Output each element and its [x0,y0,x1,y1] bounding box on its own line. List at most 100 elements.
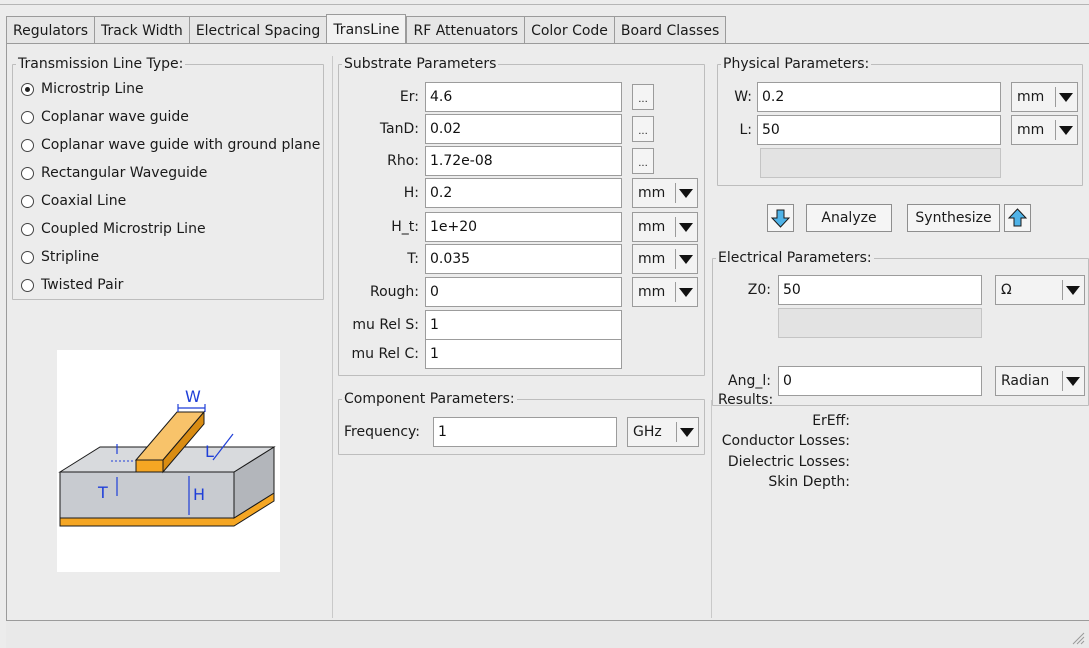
mu-rel-c-field[interactable]: 1 [425,339,622,369]
rough-label: Rough: [369,284,419,300]
er-label: Er: [399,89,419,105]
radio-coaxial-line[interactable]: Coaxial Line [21,191,126,211]
z0-field[interactable]: 50 [778,275,982,305]
frequency-label: Frequency: [344,424,421,440]
t-unit-select[interactable]: mm [632,244,698,274]
dropdown-arrow-icon [679,222,693,232]
tab-regulators[interactable]: Regulators [6,16,95,44]
dropdown-arrow-icon [679,188,693,198]
radio-icon[interactable] [21,222,34,236]
results-list: ErEff: Conductor Losses: Dielectric Loss… [712,412,850,492]
h-t-label: H_t: [391,219,419,235]
radio-coplanar-wave-guide[interactable]: Coplanar wave guide [21,107,189,127]
h-unit-select[interactable]: mm [632,178,698,208]
arrow-down-icon [770,209,791,228]
radio-icon[interactable] [21,278,34,292]
radio-microstrip-line[interactable]: Microstrip Line [21,79,144,99]
tab-track-width[interactable]: Track Width [94,16,189,44]
radio-coplanar-wave-guide-ground[interactable]: Coplanar wave guide with ground plane [21,135,320,155]
rough-field[interactable]: 0 [425,277,622,307]
dropdown-arrow-icon [679,287,693,297]
frequency-field[interactable]: 1 [433,417,617,447]
result-dielectric-losses-label: Dielectric Losses: [727,454,850,470]
er-browse-button[interactable]: ... [632,84,654,110]
radio-icon[interactable] [21,250,34,264]
rho-label: Rho: [387,153,419,169]
physical-parameters-title: Physical Parameters: [721,55,872,73]
w-param-field[interactable]: 0.2 [757,82,1001,112]
microstrip-diagram: W L T H [57,350,280,572]
results-title: Results: [718,392,774,408]
result-skin-depth-label: Skin Depth: [768,474,850,490]
electrical-extra-field [778,308,982,338]
w-unit-select[interactable]: mm [1011,82,1078,112]
tand-label: TanD: [379,121,419,137]
dropdown-arrow-icon [1066,285,1080,295]
radio-icon[interactable] [21,138,34,152]
radio-icon[interactable] [21,194,34,208]
radio-stripline[interactable]: Stripline [21,247,99,267]
tand-browse-button[interactable]: ... [632,116,654,142]
ang-l-unit-select[interactable]: Radian [995,366,1085,396]
microstrip-illustration: W L T H [58,387,276,527]
frequency-unit-select[interactable]: GHz [627,417,699,447]
result-conductor-losses-label: Conductor Losses: [721,433,850,449]
resize-grip-icon[interactable] [1071,631,1085,645]
arrow-up-icon [1007,208,1028,227]
tab-bar: Regulators Track Width Electrical Spacin… [6,14,727,44]
column-divider-left [332,56,333,618]
w-param-label: W: [734,89,752,105]
radio-rectangular-waveguide[interactable]: Rectangular Waveguide [21,163,207,183]
physical-extra-field [760,148,1001,178]
dropdown-arrow-icon [679,254,693,264]
strip-front-face [135,459,164,473]
transmission-line-type-group: Transmission Line Type: Microstrip Line … [12,55,324,300]
substrate-front-face [59,471,235,519]
tab-rf-attenuators[interactable]: RF Attenuators [406,16,525,44]
t-label: T [97,483,108,502]
radio-coupled-microstrip-line[interactable]: Coupled Microstrip Line [21,219,206,239]
dropdown-arrow-icon [1066,376,1080,386]
synthesize-button[interactable]: Synthesize [907,204,1000,232]
h-label: H: [403,185,419,201]
substrate-parameters-title: Substrate Parameters [342,55,499,73]
rough-unit-select[interactable]: mm [632,277,698,307]
window-top-border [0,4,1089,5]
radio-twisted-pair[interactable]: Twisted Pair [21,275,123,295]
t-label: T: [407,251,419,267]
tab-electrical-spacing[interactable]: Electrical Spacing [188,16,327,44]
analyze-button[interactable]: Analyze [806,204,892,232]
er-field[interactable]: 4.6 [425,82,622,112]
h-t-field[interactable]: 1e+20 [425,212,622,242]
dropdown-arrow-icon [1059,92,1073,102]
tab-board-classes[interactable]: Board Classes [613,16,727,44]
mu-rel-s-field[interactable]: 1 [425,310,622,340]
transmission-line-type-title: Transmission Line Type: [16,55,186,73]
w-label: W [185,387,201,406]
l-unit-select[interactable]: mm [1011,115,1078,145]
radio-checked-icon[interactable] [21,82,34,96]
radio-icon[interactable] [21,110,34,124]
h-field[interactable]: 0.2 [425,178,622,208]
tab-color-code[interactable]: Color Code [524,16,614,44]
tab-transline[interactable]: TransLine [326,14,407,44]
rho-field[interactable]: 1.72e-08 [425,146,622,176]
rho-browse-button[interactable]: ... [632,148,654,174]
component-parameters-title: Component Parameters: [342,390,517,408]
dropdown-arrow-icon [680,427,694,437]
arrow-up-button[interactable] [1004,204,1031,232]
radio-icon[interactable] [21,166,34,180]
ang-l-field[interactable]: 0 [778,366,982,396]
h-t-unit-select[interactable]: mm [632,212,698,242]
result-ereff-label: ErEff: [812,413,850,429]
electrical-parameters-title: Electrical Parameters: [716,249,874,267]
z0-unit-select[interactable]: Ω [995,275,1085,305]
l-param-field[interactable]: 50 [757,115,1001,145]
z0-label: Z0: [747,282,771,298]
l-label: L [205,442,214,461]
t-field[interactable]: 0.035 [425,244,622,274]
mu-rel-c-label: mu Rel C: [351,346,419,362]
arrow-down-button[interactable] [767,204,794,232]
tand-field[interactable]: 0.02 [425,114,622,144]
l-param-label: L: [739,122,752,138]
